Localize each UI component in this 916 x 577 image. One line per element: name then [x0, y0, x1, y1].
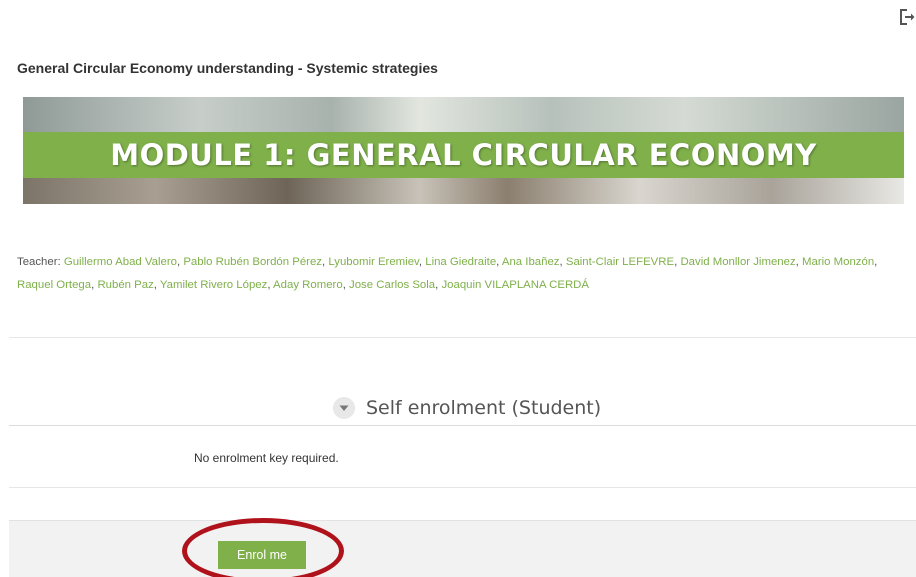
course-title: General Circular Economy understanding -… [17, 60, 438, 76]
banner-strip: MODULE 1: GENERAL CIRCULAR ECONOMY [23, 132, 904, 178]
enrol-me-button[interactable]: Enrol me [218, 541, 306, 569]
teacher-link[interactable]: Mario Monzón [802, 256, 874, 268]
teacher-link[interactable]: Rubén Paz [97, 279, 153, 291]
teacher-link[interactable]: Lina Giedraite [425, 256, 496, 268]
no-key-message: No enrolment key required. [194, 451, 339, 465]
teacher-link[interactable]: Jose Carlos Sola [349, 279, 435, 291]
teacher-label: Teacher: [17, 256, 64, 268]
divider [9, 487, 916, 488]
enrolment-section-header[interactable]: Self enrolment (Student) [333, 393, 601, 423]
teacher-link[interactable]: Ana Ibañez [502, 256, 560, 268]
teacher-link[interactable]: Pablo Rubén Bordón Pérez [183, 256, 322, 268]
teacher-link[interactable]: Raquel Ortega [17, 279, 91, 291]
divider [9, 337, 916, 338]
course-banner: MODULE 1: GENERAL CIRCULAR ECONOMY [23, 97, 904, 204]
teacher-link[interactable]: Lyubomir Eremiev [328, 256, 419, 268]
teacher-link[interactable]: Joaquin VILAPLANA CERDÁ [441, 279, 589, 291]
enrolment-section-title: Self enrolment (Student) [366, 397, 602, 419]
banner-image-bottom [23, 178, 904, 204]
teacher-link[interactable]: Saint-Clair LEFEVRE [566, 256, 674, 268]
banner-image-top [23, 97, 904, 132]
teacher-link[interactable]: David Monllor Jimenez [680, 256, 795, 268]
banner-text: MODULE 1: GENERAL CIRCULAR ECONOMY [110, 138, 817, 172]
teacher-link[interactable]: Guillermo Abad Valero [64, 256, 177, 268]
divider [9, 425, 916, 426]
form-actions-panel [9, 520, 916, 577]
teacher-link[interactable]: Aday Romero [273, 279, 343, 291]
teacher-link[interactable]: Yamilet Rivero López [160, 279, 267, 291]
logout-icon[interactable] [899, 8, 915, 26]
teacher-list: Teacher: Guillermo Abad Valero, Pablo Ru… [17, 256, 878, 291]
chevron-down-icon[interactable] [333, 397, 355, 419]
